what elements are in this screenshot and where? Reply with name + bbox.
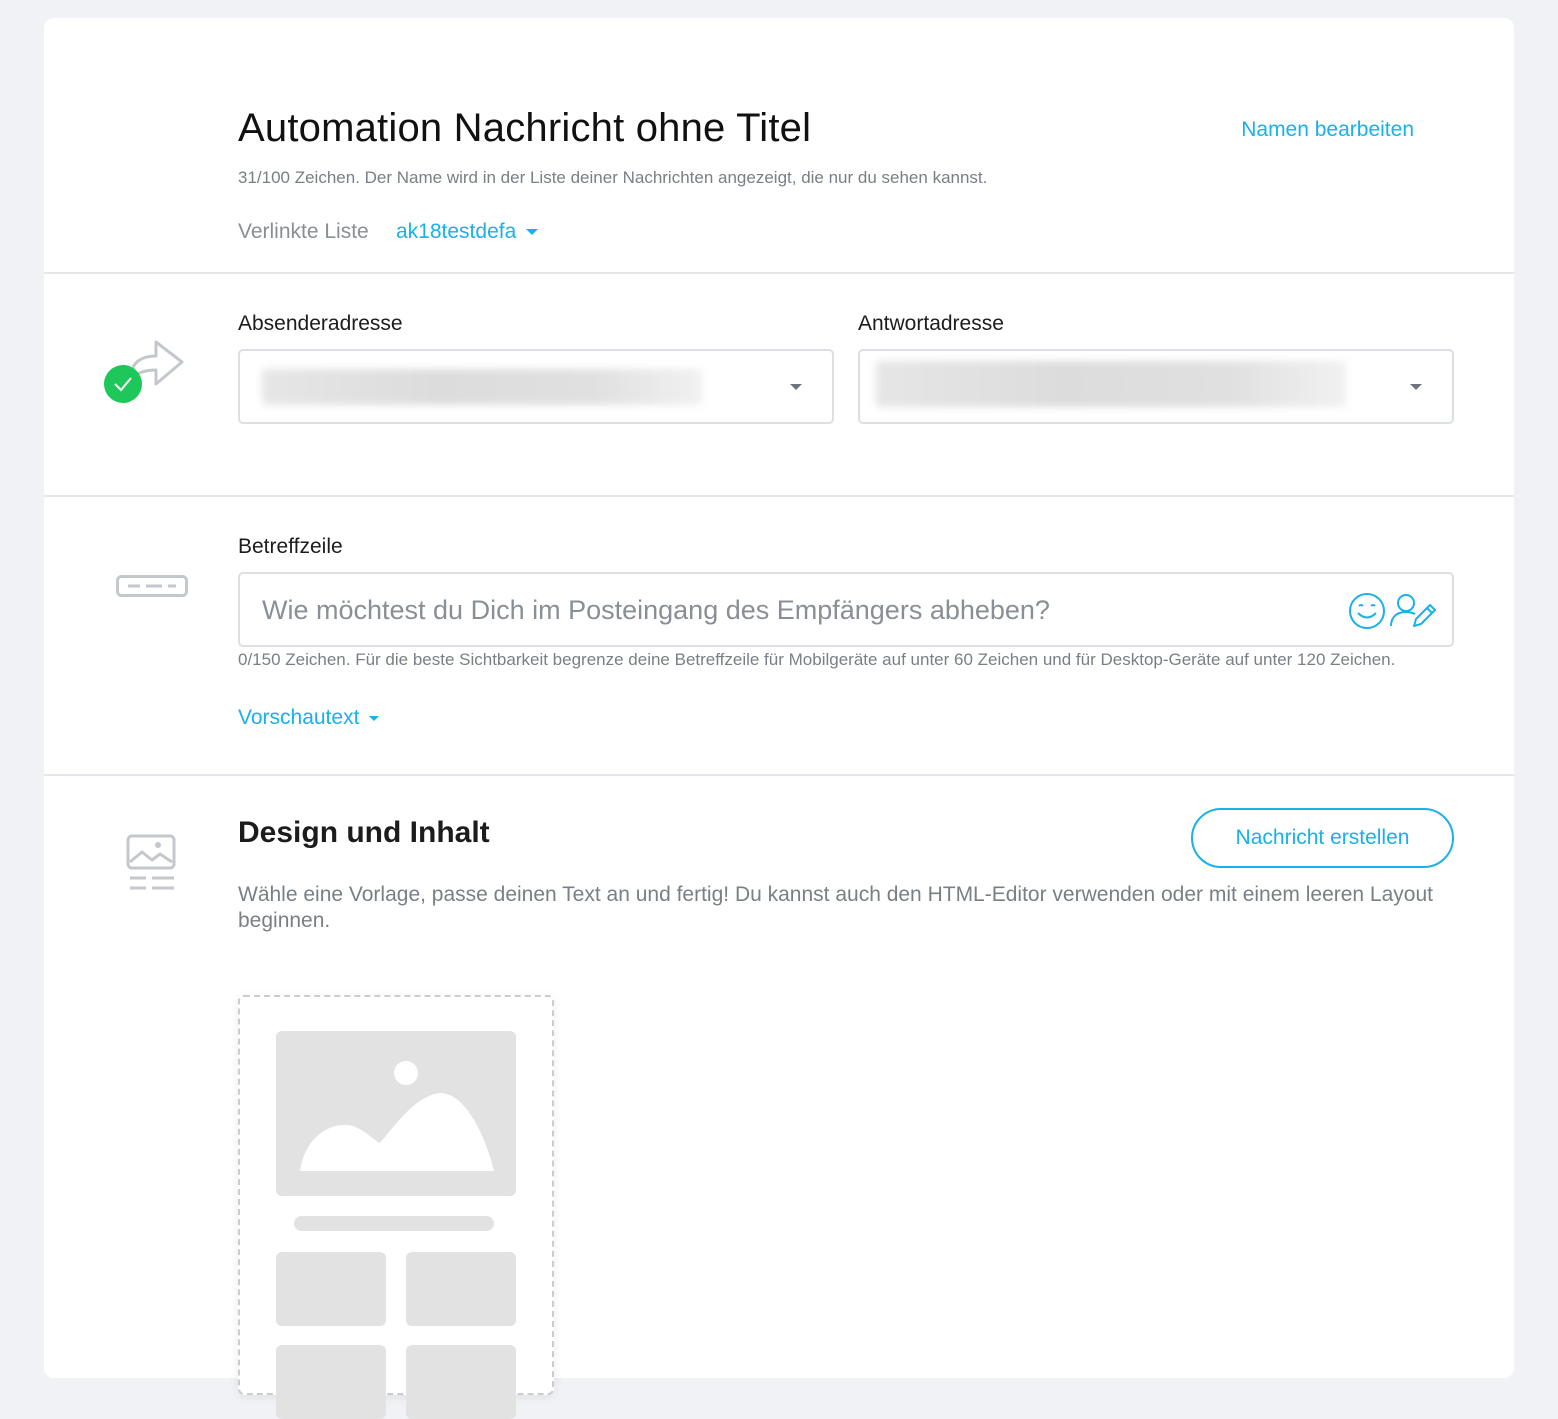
sender-address-label: Absenderadresse <box>238 312 403 335</box>
reply-address-select[interactable] <box>858 349 1454 424</box>
reply-address-label: Antwortadresse <box>858 312 1004 335</box>
design-content-icon <box>126 834 178 894</box>
design-description: Wähle eine Vorlage, passe deinen Text an… <box>238 883 1433 932</box>
text-line-placeholder <box>294 1216 494 1231</box>
linked-list-dropdown[interactable]: ak18testdefa <box>396 220 539 244</box>
edit-name-link[interactable]: Namen bearbeiten <box>1241 118 1414 142</box>
caret-down-icon <box>526 229 539 235</box>
subject-input-wrapper <box>238 572 1454 647</box>
preview-text-toggle[interactable]: Vorschautext <box>238 706 380 730</box>
section-divider <box>44 774 1514 776</box>
design-section-title: Design und Inhalt <box>238 816 490 849</box>
page-title: Automation Nachricht ohne Titel <box>238 106 812 150</box>
block-placeholder <box>276 1252 386 1326</box>
caret-down-icon <box>369 715 380 721</box>
check-circle-icon <box>104 365 142 403</box>
preview-text-label: Vorschautext <box>238 706 360 729</box>
create-message-button[interactable]: Nachricht erstellen <box>1191 808 1454 868</box>
redacted-value <box>262 369 702 405</box>
subject-label: Betreffzeile <box>238 535 343 558</box>
emoji-icon[interactable] <box>1348 592 1386 630</box>
forward-arrow-icon <box>102 332 192 404</box>
redacted-value <box>876 361 1346 407</box>
block-placeholder <box>276 1345 386 1419</box>
title-char-hint: 31/100 Zeichen. Der Name wird in der Lis… <box>238 168 988 187</box>
personalize-user-pen-icon[interactable] <box>1388 592 1436 630</box>
caret-down-icon <box>790 384 802 390</box>
template-placeholder-card[interactable] <box>238 995 554 1419</box>
block-placeholder <box>406 1252 516 1326</box>
subject-input[interactable] <box>262 588 1322 632</box>
linked-list-label: Verlinkte Liste <box>238 220 369 243</box>
image-placeholder-icon <box>276 1031 516 1196</box>
subject-line-icon <box>116 575 188 597</box>
caret-down-icon <box>1410 384 1422 390</box>
subject-char-hint: 0/150 Zeichen. Für die beste Sichtbarkei… <box>238 650 1396 669</box>
section-divider <box>44 272 1514 274</box>
sender-address-select[interactable] <box>238 349 834 424</box>
message-editor-card: Automation Nachricht ohne Titel Namen be… <box>44 18 1514 1419</box>
block-placeholder <box>406 1345 516 1419</box>
section-divider <box>44 495 1514 497</box>
linked-list-value: ak18testdefa <box>396 220 517 243</box>
